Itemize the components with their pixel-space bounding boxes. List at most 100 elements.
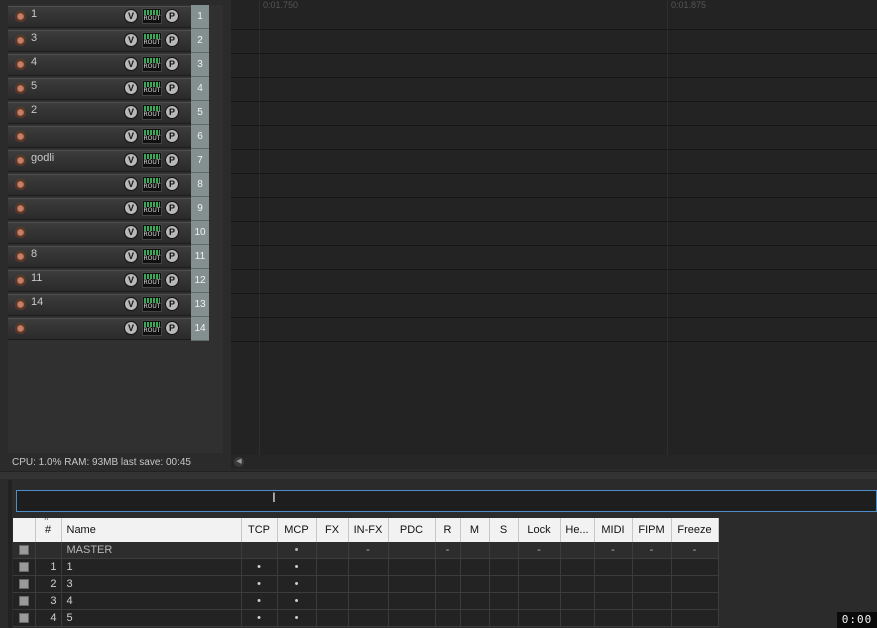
cell-tcp[interactable]: • [241,609,278,627]
cell-num[interactable]: 4 [35,609,62,627]
cell-s[interactable] [489,542,519,559]
track-name[interactable]: 11 [31,272,42,284]
route-button[interactable]: ROUT [142,32,162,48]
volume-knob[interactable]: V [124,321,138,335]
route-button[interactable]: ROUT [142,8,162,24]
track-name[interactable]: godli [31,152,54,164]
cell-lock[interactable]: - [518,542,561,559]
cell-midi[interactable] [594,592,633,610]
cell-m[interactable] [460,575,490,593]
cell-name[interactable]: 3 [61,575,242,593]
route-button[interactable]: ROUT [142,224,162,240]
table-row[interactable]: 3 4 • • [13,592,719,610]
track-header[interactable]: V ROUT P 6 [8,125,209,149]
column-header[interactable]: PDC [388,518,436,542]
track-lane[interactable] [231,246,877,270]
cell-pdc[interactable] [388,592,436,610]
pan-knob[interactable]: P [165,57,179,71]
volume-knob[interactable]: V [124,201,138,215]
track-header[interactable]: V ROUT P 14 [8,317,209,341]
cell-infx[interactable] [348,592,389,610]
volume-knob[interactable]: V [124,81,138,95]
row-checkbox[interactable] [18,579,29,590]
track-header[interactable]: V ROUT P 8 [8,173,209,197]
track-header-bar[interactable] [8,222,191,244]
cell-freeze[interactable]: - [671,542,719,559]
track-header[interactable]: V ROUT P 10 [8,221,209,245]
column-header[interactable]: Lock [518,518,561,542]
record-arm-icon[interactable] [15,107,26,118]
cell-name[interactable]: 1 [61,558,242,576]
record-arm-icon[interactable] [15,59,26,70]
pan-knob[interactable]: P [165,273,179,287]
track-lane[interactable] [231,174,877,198]
record-arm-icon[interactable] [15,155,26,166]
column-header[interactable] [13,518,36,542]
volume-knob[interactable]: V [124,9,138,23]
row-checkbox[interactable] [18,596,29,607]
track-lane[interactable] [231,54,877,78]
cell-infx[interactable] [348,575,389,593]
track-name[interactable]: 8 [31,248,37,260]
row-select-cell[interactable] [13,542,36,559]
cell-name[interactable]: 5 [61,609,242,627]
track-lane[interactable] [231,222,877,246]
record-arm-icon[interactable] [15,35,26,46]
pan-knob[interactable]: P [165,297,179,311]
pan-knob[interactable]: P [165,249,179,263]
horizontal-scrollbar[interactable]: ◀ [231,455,877,469]
cell-tcp[interactable]: • [241,592,278,610]
column-header[interactable]: FX [316,518,349,542]
track-header[interactable]: 3 V ROUT P 2 [8,29,209,53]
track-header[interactable]: 11 V ROUT P 12 [8,269,209,293]
column-header[interactable]: MIDI [594,518,633,542]
cell-r[interactable]: - [435,542,461,559]
cell-fx[interactable] [316,558,349,576]
pan-knob[interactable]: P [165,153,179,167]
route-button[interactable]: ROUT [142,320,162,336]
cell-num[interactable]: 3 [35,592,62,610]
record-arm-icon[interactable] [15,275,26,286]
cell-tcp[interactable]: • [241,558,278,576]
track-header[interactable]: 8 V ROUT P 11 [8,245,209,269]
cell-pdc[interactable] [388,542,436,559]
track-name[interactable]: 3 [31,32,37,44]
volume-knob[interactable]: V [124,249,138,263]
record-arm-icon[interactable] [15,299,26,310]
pan-knob[interactable]: P [165,129,179,143]
track-header[interactable]: V ROUT P 9 [8,197,209,221]
cell-fx[interactable] [316,575,349,593]
cell-mcp[interactable]: • [277,592,317,610]
panel-divider[interactable] [0,471,877,479]
cell-he[interactable] [560,542,595,559]
cell-lock[interactable] [518,592,561,610]
cell-freeze[interactable] [671,558,719,576]
record-arm-icon[interactable] [15,179,26,190]
column-header[interactable]: He... [560,518,595,542]
column-header[interactable]: M [460,518,490,542]
route-button[interactable]: ROUT [142,272,162,288]
cell-midi[interactable] [594,575,633,593]
track-lane[interactable] [231,294,877,318]
record-arm-icon[interactable] [15,83,26,94]
pan-knob[interactable]: P [165,105,179,119]
cell-he[interactable] [560,609,595,627]
track-header[interactable]: 14 V ROUT P 13 [8,293,209,317]
dock-grip[interactable] [8,480,12,628]
track-header[interactable]: 4 V ROUT P 3 [8,53,209,77]
track-lane[interactable] [231,270,877,294]
volume-knob[interactable]: V [124,153,138,167]
cell-m[interactable] [460,609,490,627]
cell-midi[interactable]: - [594,542,633,559]
cell-m[interactable] [460,558,490,576]
route-button[interactable]: ROUT [142,176,162,192]
pan-knob[interactable]: P [165,81,179,95]
column-header[interactable]: IN-FX [348,518,389,542]
cell-name[interactable]: MASTER [61,542,242,559]
cell-s[interactable] [489,609,519,627]
row-checkbox[interactable] [18,613,29,624]
route-button[interactable]: ROUT [142,56,162,72]
cell-mcp[interactable]: • [277,542,317,559]
pan-knob[interactable]: P [165,201,179,215]
track-filter-input[interactable] [16,490,877,512]
